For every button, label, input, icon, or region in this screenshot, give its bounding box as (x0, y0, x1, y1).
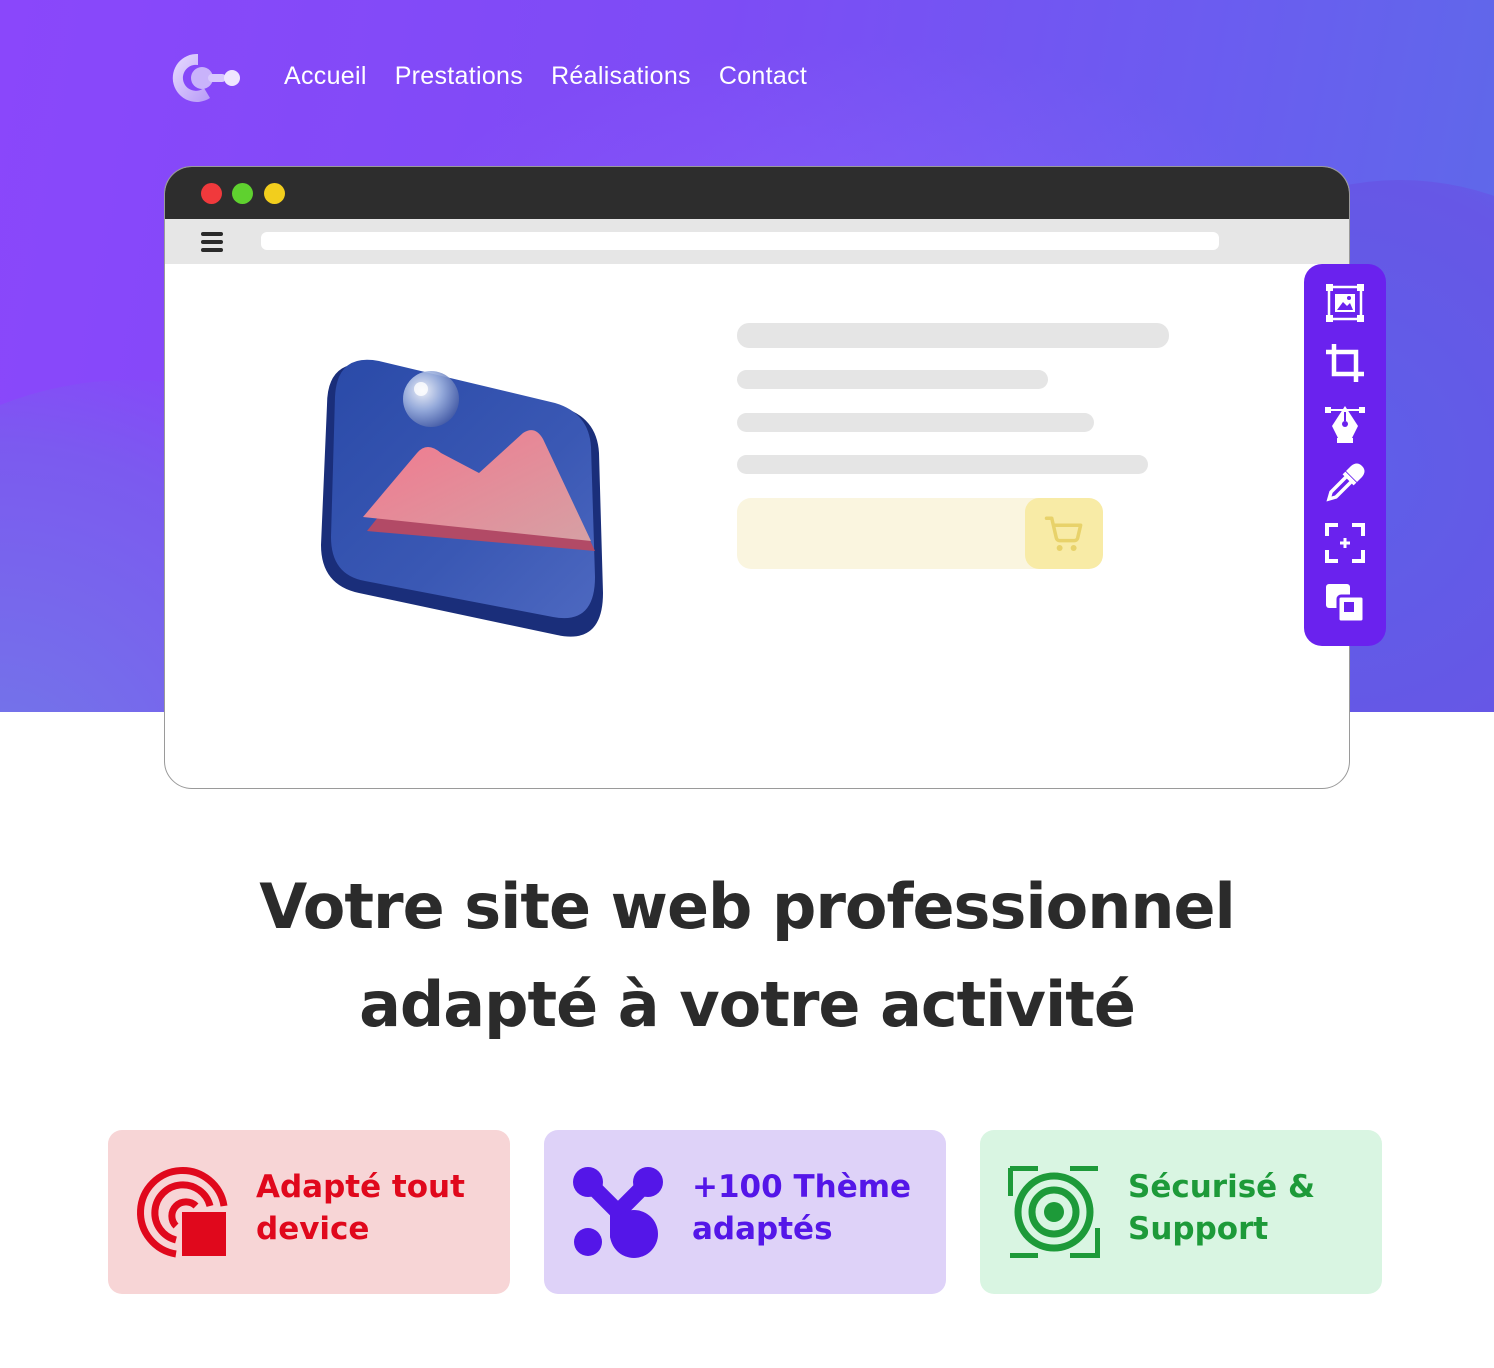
feature-card-responsive: Adapté tout device (108, 1130, 510, 1294)
pen-tool-icon[interactable] (1324, 402, 1366, 444)
window-close-dot (201, 183, 222, 204)
themes-network-icon (572, 1166, 664, 1258)
page-headline: Votre site web professionnel adapté à vo… (0, 858, 1494, 1054)
skeleton-line-4 (737, 455, 1148, 474)
crop-icon[interactable] (1324, 342, 1366, 384)
window-maximize-dot (232, 183, 253, 204)
browser-address-bar (165, 219, 1349, 264)
responsive-device-icon (136, 1166, 228, 1258)
url-field (261, 232, 1219, 250)
nav-link-realisations[interactable]: Réalisations (551, 62, 691, 91)
feature-1-line-1: Adapté tout (256, 1169, 465, 1205)
nav-link-contact[interactable]: Contact (719, 62, 807, 91)
headline-line-2: adapté à votre activité (359, 968, 1136, 1041)
shopping-cart-icon (1044, 516, 1083, 551)
feature-1-line-2: device (256, 1211, 370, 1247)
layers-icon[interactable] (1324, 582, 1366, 624)
feature-3-line-1: Sécurisé & (1128, 1169, 1316, 1205)
browser-mockup (164, 166, 1350, 789)
skeleton-line-1 (737, 323, 1169, 348)
feature-3-line-2: Support (1128, 1211, 1269, 1247)
feature-2-line-1: +100 Thème (692, 1169, 912, 1205)
skeleton-line-3 (737, 413, 1094, 432)
headline-line-1: Votre site web professionnel (259, 870, 1236, 943)
logo[interactable] (164, 48, 244, 108)
image-placeholder-illustration (313, 345, 613, 645)
image-select-icon[interactable] (1324, 282, 1366, 324)
add-to-cart-bar[interactable] (737, 498, 1103, 569)
feature-2-line-2: adaptés (692, 1211, 833, 1247)
browser-titlebar (165, 167, 1349, 219)
logo-icon (172, 53, 240, 102)
editor-toolbar (1304, 264, 1386, 646)
focus-add-icon[interactable] (1324, 522, 1366, 564)
nav-link-accueil[interactable]: Accueil (284, 62, 367, 91)
main-nav: Accueil Prestations Réalisations Contact (284, 62, 807, 91)
eyedropper-icon[interactable] (1324, 462, 1366, 504)
window-minimize-dot (264, 183, 285, 204)
feature-card-security: Sécurisé & Support (980, 1130, 1382, 1294)
cart-button[interactable] (1025, 498, 1103, 569)
security-target-icon (1007, 1165, 1101, 1259)
nav-link-prestations[interactable]: Prestations (395, 62, 523, 91)
hamburger-menu-icon (201, 232, 223, 252)
skeleton-line-2 (737, 370, 1048, 389)
feature-card-themes: +100 Thème adaptés (544, 1130, 946, 1294)
